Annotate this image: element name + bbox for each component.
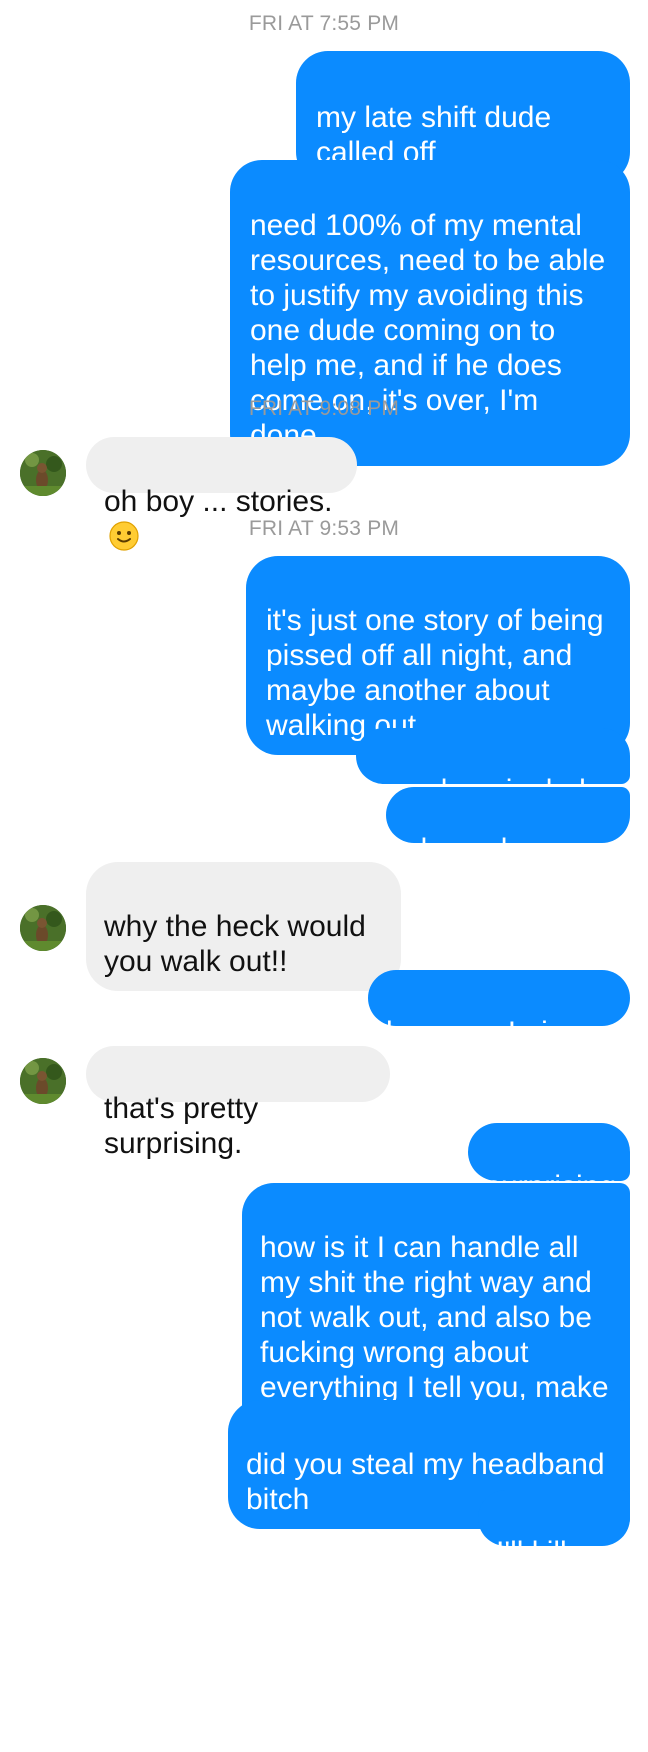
timestamp: FRI AT 9:08 PM	[248, 397, 400, 420]
message-text: I'll kill you	[496, 1536, 567, 1604]
message-text: why the heck would you walk out!!	[104, 910, 366, 978]
message-text: because I give up?	[386, 1016, 580, 1084]
message-text: oh boy ... stories.	[104, 485, 333, 518]
outgoing-message[interactable]: it's just one story of being pissed off …	[246, 556, 630, 755]
message-text: please be careful	[404, 833, 535, 901]
incoming-message[interactable]: oh boy ... stories.	[86, 437, 357, 551]
incoming-message[interactable]: that's pretty surprising.	[86, 1046, 390, 1160]
outgoing-message[interactable]: your bs crippled me	[356, 728, 630, 842]
message-text: that's pretty surprising.	[104, 1092, 259, 1160]
contact-avatar-icon[interactable]	[20, 450, 66, 496]
contact-avatar-icon[interactable]	[20, 905, 66, 951]
message-text: my late shift dude called off	[316, 101, 552, 169]
outgoing-message[interactable]: surprising,	[468, 1123, 630, 1203]
message-text: it's just one story of being pissed off …	[266, 604, 604, 742]
outgoing-message[interactable]: because I give up?	[368, 970, 630, 1084]
contact-avatar-icon[interactable]	[20, 1058, 66, 1104]
outgoing-message[interactable]: please be careful	[386, 787, 630, 901]
incoming-message[interactable]: why the heck would you walk out!!	[86, 862, 401, 991]
timestamp: FRI AT 7:55 PM	[248, 12, 400, 35]
outgoing-message[interactable]: I'll kill you	[478, 1490, 630, 1604]
timestamp: FRI AT 9:53 PM	[248, 517, 400, 540]
